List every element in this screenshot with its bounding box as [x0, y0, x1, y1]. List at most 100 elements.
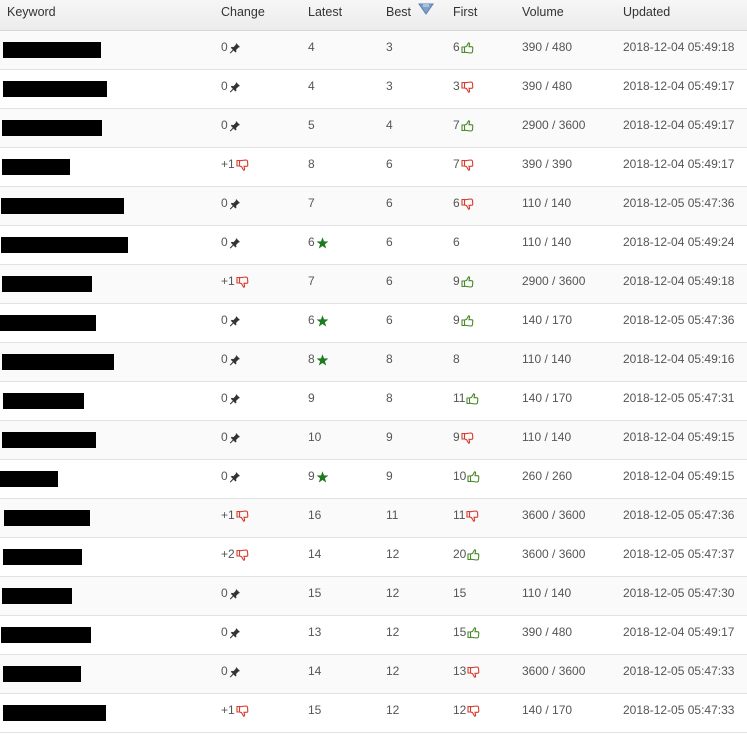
pin-icon	[229, 315, 241, 327]
updated-cell: 2018-12-05 05:47:31	[623, 382, 734, 420]
column-header-best-label: Best	[386, 5, 412, 19]
table-row[interactable]: 0 9 8 11 140 / 170 2018-12-05 05:47:31	[0, 382, 747, 421]
table-row[interactable]: 0 4 3 3 390 / 480 2018-12-04 05:49:17	[0, 70, 747, 109]
latest-cell: 6	[308, 226, 329, 264]
volume-value: 2900 / 3600	[522, 274, 586, 288]
volume-value: 390 / 390	[522, 157, 573, 171]
table-row[interactable]: +2 14 12 20 3600 / 3600 2018-12-05 05:47:37	[0, 538, 747, 577]
updated-cell: 2018-12-04 05:49:24	[623, 226, 734, 264]
pin-icon	[229, 471, 241, 483]
updated-cell: 2018-12-04 05:49:18	[623, 31, 734, 69]
pin-icon	[229, 81, 241, 93]
volume-value: 110 / 140	[522, 235, 572, 249]
table-header: Keyword Change Latest Best First Volume …	[0, 0, 747, 31]
change-value: 0	[221, 430, 228, 444]
first-value: 10	[453, 469, 467, 483]
first-cell: 15	[453, 577, 466, 615]
change-value: 0	[221, 313, 228, 327]
table-row[interactable]: 0 13 12 15 390 / 480 2018-12-04 05:49:17	[0, 616, 747, 655]
thumbs-up-icon	[467, 471, 480, 483]
latest-value: 4	[308, 79, 315, 93]
redacted-keyword	[2, 159, 70, 175]
latest-value: 16	[308, 508, 322, 522]
table-row[interactable]: 0 4 3 6 390 / 480 2018-12-04 05:49:18	[0, 31, 747, 70]
table-row[interactable]: 0 6 6 6 110 / 140 2018-12-04 05:49:24	[0, 226, 747, 265]
table-row[interactable]: +1 7 6 9 2900 / 3600 2018-12-04 05:49:18	[0, 265, 747, 304]
column-header-updated[interactable]: Updated	[623, 0, 670, 30]
table-row[interactable]: 0 6 6 9 140 / 170 2018-12-05 05:47:36	[0, 304, 747, 343]
best-value: 9	[386, 469, 393, 483]
change-cell: +1	[221, 265, 249, 303]
table-row[interactable]: +1 16 11 11 3600 / 3600 2018-12-05 05:47:36	[0, 499, 747, 538]
first-cell: 9	[453, 421, 474, 459]
latest-value: 9	[308, 469, 315, 483]
redacted-keyword	[2, 588, 72, 604]
change-value: +1	[221, 157, 235, 171]
change-value: 0	[221, 40, 228, 54]
volume-value: 3600 / 3600	[522, 664, 586, 678]
updated-cell: 2018-12-05 05:47:36	[623, 499, 734, 537]
first-cell: 6	[453, 226, 460, 264]
table-row[interactable]: 0 14 12 13 3600 / 3600 2018-12-05 05:47:33	[0, 655, 747, 694]
sort-desc-arrow-icon[interactable]	[417, 0, 434, 23]
best-cell: 3	[386, 70, 393, 108]
table-row[interactable]: 0 7 6 6 110 / 140 2018-12-05 05:47:36	[0, 187, 747, 226]
pin-icon	[229, 237, 241, 249]
updated-value: 2018-12-04 05:49:16	[623, 352, 735, 366]
updated-value: 2018-12-05 05:47:30	[623, 586, 735, 600]
first-value: 11	[453, 508, 466, 522]
volume-value: 390 / 480	[522, 625, 573, 639]
first-cell: 6	[453, 31, 474, 69]
change-cell: 0	[221, 382, 241, 420]
best-cell: 8	[386, 343, 393, 381]
volume-cell: 140 / 170	[522, 694, 572, 732]
column-header-keyword[interactable]: Keyword	[7, 0, 56, 30]
column-header-change[interactable]: Change	[221, 0, 265, 30]
table-row[interactable]: +1 8 6 7 390 / 390 2018-12-04 05:49:17	[0, 148, 747, 187]
best-cell: 12	[386, 694, 399, 732]
table-row[interactable]: 0 9 9 10 260 / 260 2018-12-04 05:49:15	[0, 460, 747, 499]
volume-cell: 3600 / 3600	[522, 538, 585, 576]
updated-value: 2018-12-05 05:47:37	[623, 547, 735, 561]
first-value: 6	[453, 235, 460, 249]
first-value: 7	[453, 118, 460, 132]
latest-cell: 5	[308, 109, 315, 147]
column-header-first[interactable]: First	[453, 0, 477, 30]
best-cell: 6	[386, 187, 393, 225]
first-cell: 6	[453, 187, 474, 225]
volume-cell: 390 / 480	[522, 31, 572, 69]
change-cell: 0	[221, 655, 241, 693]
latest-value: 10	[308, 430, 322, 444]
thumbs-down-icon	[461, 432, 474, 444]
table-row[interactable]: 0 8 8 8 110 / 140 2018-12-04 05:49:16	[0, 343, 747, 382]
latest-value: 8	[308, 157, 315, 171]
first-cell: 8	[453, 343, 460, 381]
redacted-keyword	[4, 510, 90, 526]
best-cell: 9	[386, 421, 393, 459]
best-cell: 6	[386, 148, 393, 186]
first-value: 13	[453, 664, 467, 678]
change-cell: 0	[221, 70, 241, 108]
latest-cell: 15	[308, 694, 321, 732]
column-header-latest[interactable]: Latest	[308, 0, 342, 30]
table-row[interactable]: 0 10 9 9 110 / 140 2018-12-04 05:49:15	[0, 421, 747, 460]
column-header-volume[interactable]: Volume	[522, 0, 564, 30]
column-header-best[interactable]: Best	[386, 0, 434, 30]
table-row[interactable]: 0 15 12 15 110 / 140 2018-12-05 05:47:30	[0, 577, 747, 616]
redacted-keyword	[1, 237, 128, 253]
best-value: 12	[386, 703, 400, 717]
thumbs-down-icon	[461, 198, 474, 210]
best-value: 6	[386, 196, 393, 210]
volume-cell: 110 / 140	[522, 421, 571, 459]
table-row[interactable]: 0 5 4 7 2900 / 3600 2018-12-04 05:49:17	[0, 109, 747, 148]
change-cell: 0	[221, 109, 241, 147]
latest-cell: 8	[308, 343, 329, 381]
change-cell: +2	[221, 538, 249, 576]
first-cell: 9	[453, 265, 474, 303]
best-cell: 6	[386, 304, 393, 342]
latest-cell: 10	[308, 421, 321, 459]
table-row[interactable]: +1 15 12 12 140 / 170 2018-12-05 05:47:33	[0, 694, 747, 733]
updated-cell: 2018-12-05 05:47:33	[623, 655, 734, 693]
redacted-keyword	[3, 81, 107, 97]
best-value: 12	[386, 664, 400, 678]
